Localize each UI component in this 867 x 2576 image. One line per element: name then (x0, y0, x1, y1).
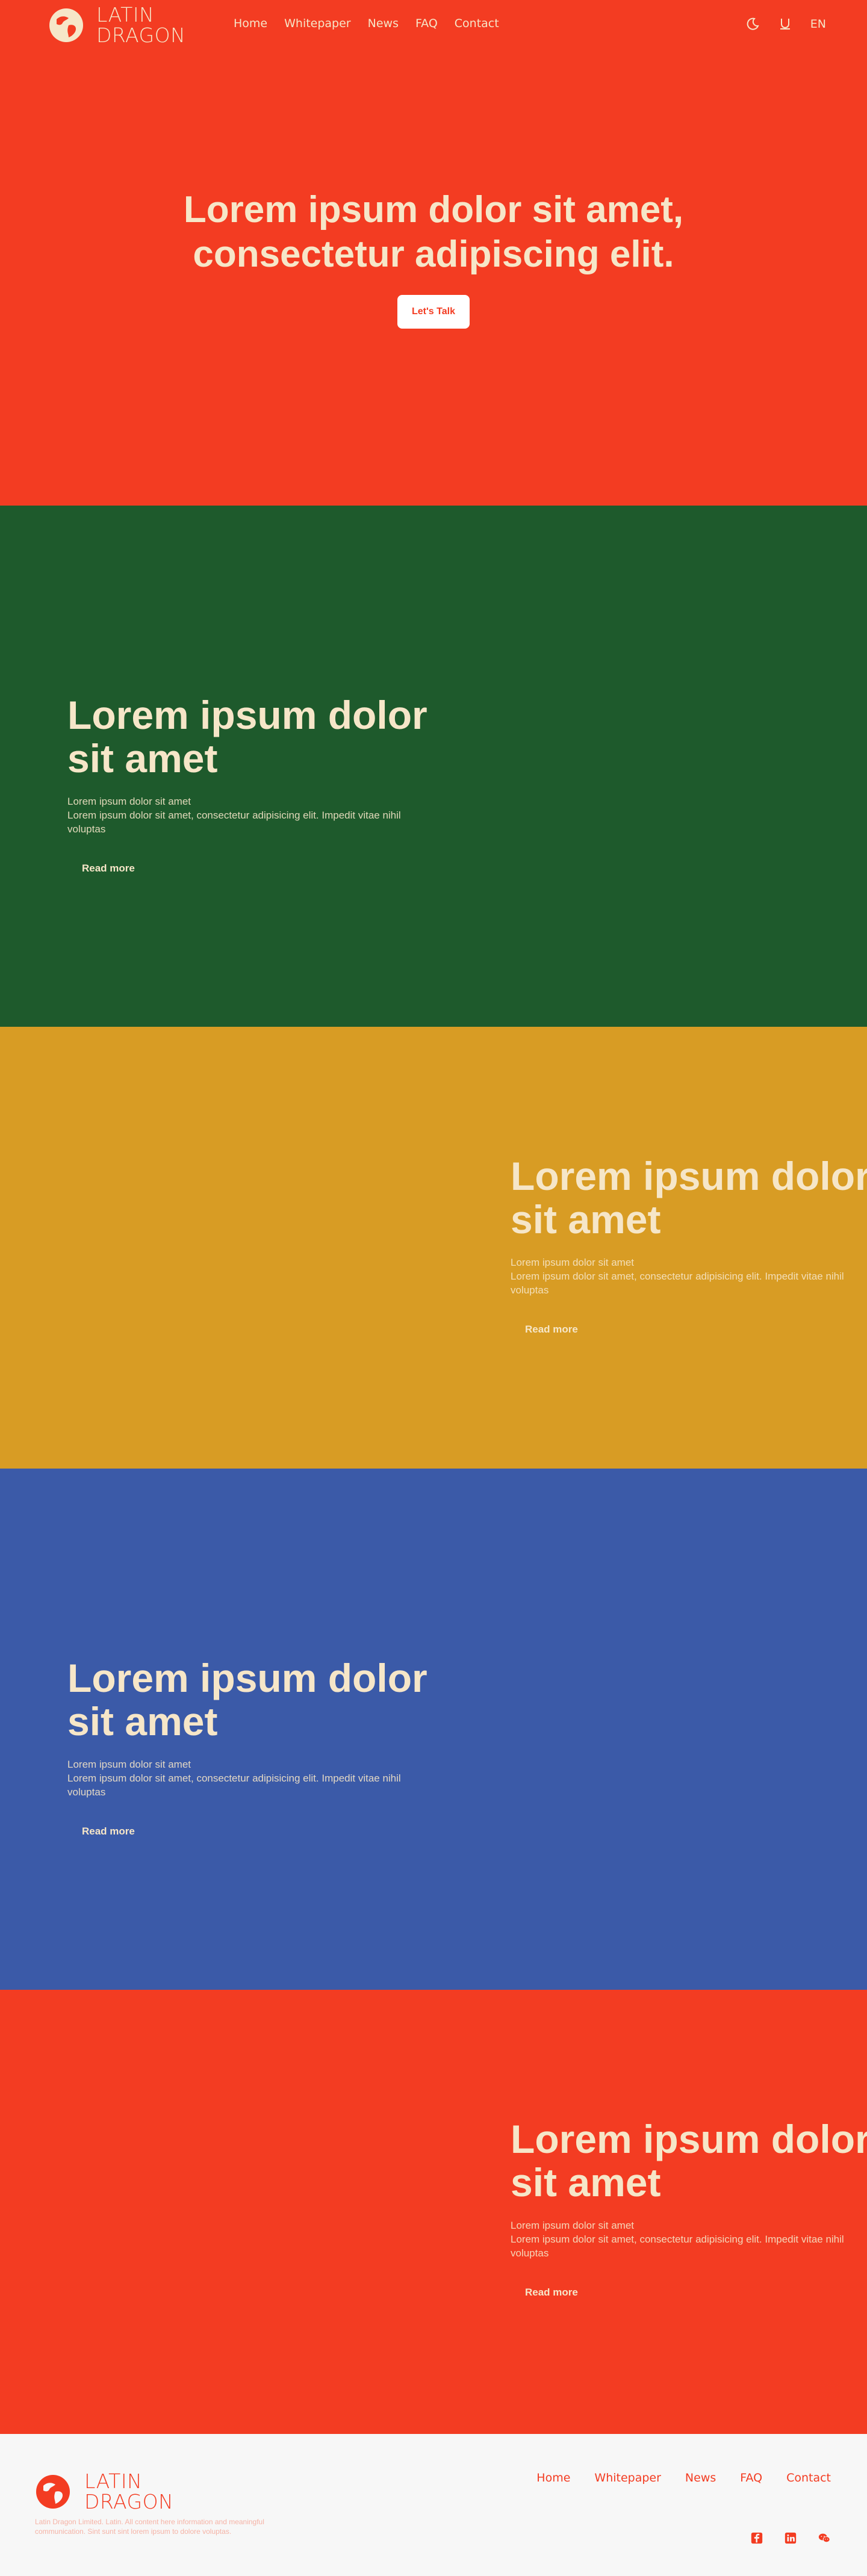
feature-subtitle-3: Lorem ipsum dolor sit amet (67, 1759, 191, 1770)
feature-title-4-line2: sit amet (511, 2160, 661, 2205)
footer-copyright: Latin Dragon Limited. Latin. All content… (35, 2518, 264, 2536)
feature-description-1: Lorem ipsum dolor sit amet, consectetur … (67, 810, 401, 835)
footer-brand[interactable]: LATIN DRAGON (35, 2471, 173, 2512)
hero-title-line2: consectetur adipiscing elit. (193, 234, 674, 275)
brand[interactable]: LATIN DRAGON (48, 5, 185, 46)
feature-content-3: Lorem ipsum dolor sit amet Lorem ipsum d… (67, 1656, 429, 1844)
read-more-button-4[interactable]: Read more (511, 2280, 592, 2305)
feature-section-3: Lorem ipsum dolor sit amet Lorem ipsum d… (0, 1469, 867, 1990)
main-nav: Home Whitepaper News FAQ Contact (234, 17, 499, 30)
feature-title-4-line1: Lorem ipsum dolor (511, 2117, 867, 2161)
feature-title-1-line2: sit amet (67, 736, 218, 781)
wechat-icon[interactable] (818, 2531, 831, 2545)
globe-logo-icon (49, 8, 83, 42)
footer-brand-name: LATIN DRAGON (84, 2471, 173, 2512)
footer: LATIN DRAGON Latin Dragon Limited. Latin… (0, 2434, 867, 2576)
footer-nav-home[interactable]: Home (536, 2471, 570, 2485)
brand-name: LATIN DRAGON (96, 5, 185, 46)
header-tools: EN (745, 17, 826, 31)
read-more-button-2[interactable]: Read more (511, 1317, 592, 1342)
top-navbar: LATIN DRAGON Home Whitepaper News FAQ Co… (0, 0, 867, 48)
feature-subtitle-1: Lorem ipsum dolor sit amet (67, 796, 191, 807)
feature-content-1: Lorem ipsum dolor sit amet Lorem ipsum d… (67, 693, 429, 881)
language-selector[interactable]: EN (810, 17, 826, 31)
social-links (750, 2531, 831, 2545)
read-more-button-3[interactable]: Read more (67, 1819, 149, 1844)
feature-title-3-line2: sit amet (67, 1699, 218, 1744)
feature-title-3-line1: Lorem ipsum dolor (67, 1656, 427, 1700)
nav-home[interactable]: Home (234, 17, 267, 30)
feature-description-3: Lorem ipsum dolor sit amet, consectetur … (67, 1773, 401, 1798)
feature-subtitle-2: Lorem ipsum dolor sit amet (511, 1257, 635, 1268)
nav-whitepaper[interactable]: Whitepaper (284, 17, 351, 30)
footer-nav-news[interactable]: News (685, 2471, 716, 2485)
feature-subtitle-4: Lorem ipsum dolor sit amet (511, 2220, 635, 2231)
brand-line1: LATIN (96, 3, 155, 26)
magnet-icon[interactable] (778, 17, 792, 31)
feature-title-1: Lorem ipsum dolor sit amet (67, 693, 429, 780)
feature-title-2-line1: Lorem ipsum dolor (511, 1154, 867, 1198)
lets-talk-button[interactable]: Let's Talk (397, 295, 470, 329)
feature-section-2: Lorem ipsum dolor sit amet Lorem ipsum d… (0, 1027, 867, 1469)
feature-title-2: Lorem ipsum dolor sit amet (511, 1154, 867, 1241)
feature-description-2: Lorem ipsum dolor sit amet, consectetur … (511, 1271, 844, 1296)
feature-title-3: Lorem ipsum dolor sit amet (67, 1656, 429, 1743)
footer-nav-whitepaper[interactable]: Whitepaper (594, 2471, 661, 2485)
nav-contact[interactable]: Contact (455, 17, 499, 30)
brand-line2: DRAGON (96, 23, 186, 47)
linkedin-icon[interactable] (784, 2531, 797, 2545)
footer-nav: Home Whitepaper News FAQ Contact (536, 2471, 831, 2485)
footer-globe-logo-icon (36, 2475, 70, 2509)
nav-faq[interactable]: FAQ (415, 17, 438, 30)
feature-content-2: Lorem ipsum dolor sit amet Lorem ipsum d… (511, 1154, 867, 1342)
feature-description-4: Lorem ipsum dolor sit amet, consectetur … (511, 2234, 844, 2259)
read-more-button-1[interactable]: Read more (67, 856, 149, 881)
feature-title-2-line2: sit amet (511, 1197, 661, 1242)
feature-section-4: Lorem ipsum dolor sit amet Lorem ipsum d… (0, 1990, 867, 2434)
feature-section-1: Lorem ipsum dolor sit amet Lorem ipsum d… (0, 506, 867, 1027)
footer-nav-faq[interactable]: FAQ (740, 2471, 762, 2485)
footer-brand-line2: DRAGON (84, 2490, 174, 2513)
footer-brand-line1: LATIN (84, 2469, 143, 2493)
feature-title-4: Lorem ipsum dolor sit amet (511, 2117, 867, 2204)
moon-icon[interactable] (745, 17, 760, 31)
feature-content-4: Lorem ipsum dolor sit amet Lorem ipsum d… (511, 2117, 867, 2305)
footer-nav-contact[interactable]: Contact (786, 2471, 831, 2485)
hero-title: Lorem ipsum dolor sit amet, consectetur … (0, 188, 867, 277)
facebook-icon[interactable] (750, 2531, 763, 2545)
nav-news[interactable]: News (368, 17, 399, 30)
hero-section: LATIN DRAGON Home Whitepaper News FAQ Co… (0, 0, 867, 506)
feature-title-1-line1: Lorem ipsum dolor (67, 693, 427, 737)
hero-title-line1: Lorem ipsum dolor sit amet, (183, 189, 684, 231)
